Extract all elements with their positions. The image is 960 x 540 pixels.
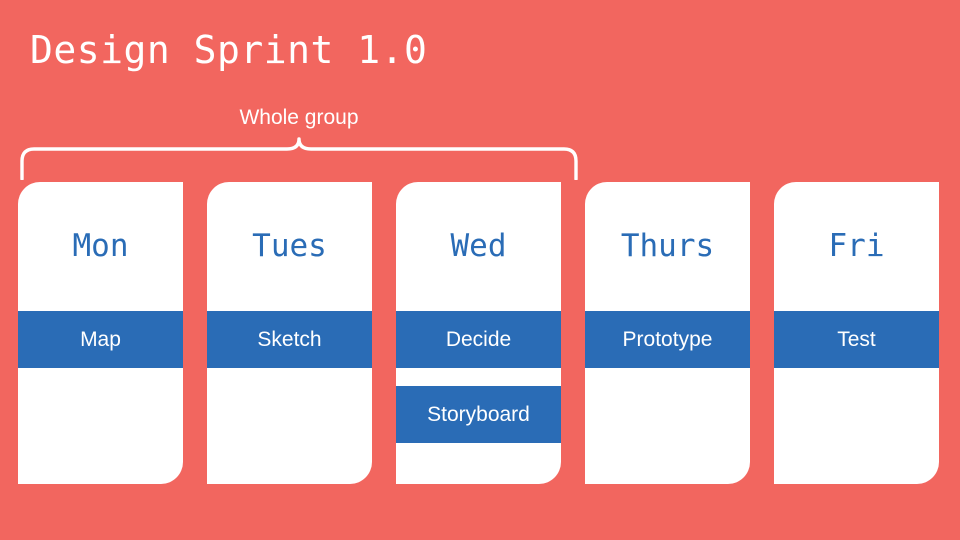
task-list-fri: Test [774, 311, 939, 368]
day-card-tues[interactable]: Tues Sketch [207, 182, 372, 484]
day-name-mon: Mon [72, 228, 129, 264]
task-bar-test[interactable]: Test [774, 311, 939, 368]
task-bar-prototype[interactable]: Prototype [585, 311, 750, 368]
task-bar-sketch[interactable]: Sketch [207, 311, 372, 368]
day-card-thurs[interactable]: Thurs Prototype [585, 182, 750, 484]
task-list-thurs: Prototype [585, 311, 750, 368]
task-bar-map[interactable]: Map [18, 311, 183, 368]
day-name-fri: Fri [828, 228, 885, 264]
whole-group-annotation: Whole group [18, 105, 580, 180]
day-card-rail: Mon Map Tues Sketch Wed Decide Storyboar… [18, 182, 942, 484]
task-list-wed: Decide Storyboard [396, 311, 561, 443]
slide-canvas: Design Sprint 1.0 Whole group Mon Map Tu… [0, 0, 960, 540]
day-name-tues: Tues [252, 228, 327, 264]
task-list-mon: Map [18, 311, 183, 368]
task-bar-storyboard[interactable]: Storyboard [396, 386, 561, 443]
page-title: Design Sprint 1.0 [30, 28, 428, 72]
day-card-mon[interactable]: Mon Map [18, 182, 183, 484]
task-bar-decide[interactable]: Decide [396, 311, 561, 368]
day-name-wed: Wed [450, 228, 507, 264]
day-card-fri[interactable]: Fri Test [774, 182, 939, 484]
curly-brace-down-icon [20, 137, 578, 180]
day-name-thurs: Thurs [620, 228, 715, 264]
day-card-wed[interactable]: Wed Decide Storyboard [396, 182, 561, 484]
whole-group-label: Whole group [239, 106, 359, 129]
task-list-tues: Sketch [207, 311, 372, 368]
